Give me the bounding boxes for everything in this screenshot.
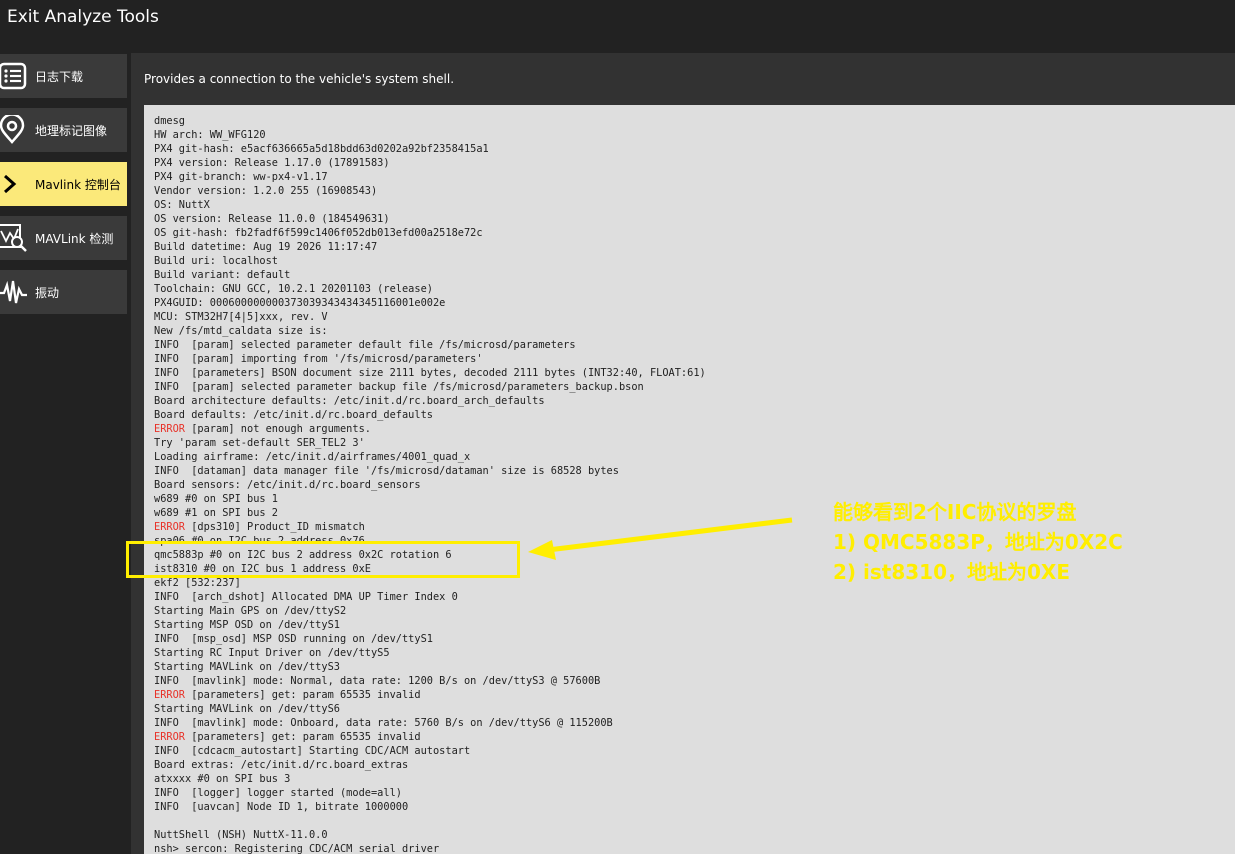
sidebar-item-vibration[interactable]: 振动	[0, 270, 127, 314]
console-line: INFO [arch_dshot] Allocated DMA UP Timer…	[154, 591, 458, 603]
console-line: INFO [parameters] BSON document size 211…	[154, 367, 706, 379]
sidebar-item-label: 振动	[35, 285, 60, 300]
console-line: Board architecture defaults: /etc/init.d…	[154, 395, 545, 407]
exit-analyze-tools-button[interactable]: Exit Analyze Tools	[7, 7, 159, 27]
title-bar: Exit Analyze Tools	[0, 0, 1235, 40]
sidebar-item-label: Mavlink 控制台	[35, 177, 121, 192]
sidebar-item-geotag-images[interactable]: 地理标记图像	[0, 108, 127, 152]
waveform-icon	[0, 277, 28, 307]
console-text: dmesg HW arch: WW_WFG120 PX4 git-hash: e…	[144, 105, 1235, 854]
console-line: Board sensors: /etc/init.d/rc.board_sens…	[154, 479, 421, 491]
console-line: INFO [param] importing from '/fs/microsd…	[154, 353, 483, 365]
annotation-line: 能够看到2个IIC协议的罗盘	[833, 500, 1077, 524]
console-line: INFO [mavlink] mode: Onboard, data rate:…	[154, 717, 613, 729]
console-line: w689 #1 on SPI bus 2	[154, 507, 278, 519]
console-line: dmesg	[154, 115, 185, 127]
annotation-arrow	[528, 517, 793, 560]
console-output[interactable]: dmesg HW arch: WW_WFG120 PX4 git-hash: e…	[144, 105, 1235, 854]
console-line: NuttShell (NSH) NuttX-11.0.0	[154, 829, 328, 841]
sidebar-item-label: MAVLink 检测	[35, 231, 114, 246]
console-line: INFO [param] selected parameter default …	[154, 339, 576, 351]
sidebar-item-label: 日志下载	[35, 69, 84, 84]
sidebar: 日志下载 地理标记图像 Mavlink 控制台 MAVLink 检测 振动	[0, 40, 131, 854]
console-line: ERROR [parameters] get: param 65535 inva…	[154, 689, 421, 701]
console-line: INFO [uavcan] Node ID 1, bitrate 1000000	[154, 801, 409, 813]
panel-description: Provides a connection to the vehicle's s…	[144, 72, 455, 86]
console-line: PX4 git-hash: e5acf636665a5d18bdd63d0202…	[154, 143, 489, 155]
console-line: Starting RC Input Driver on /dev/ttyS5	[154, 647, 390, 659]
annotation-line: 1) QMC5883P，地址为0X2C	[833, 530, 1123, 554]
console-line: MCU: STM32H7[4|5]xxx, rev. V	[154, 311, 328, 323]
console-line: PX4 git-branch: ww-px4-v1.17	[154, 171, 328, 183]
location-pin-icon	[0, 115, 28, 145]
console-line: Build datetime: Aug 19 2026 11:17:47	[154, 241, 378, 253]
sidebar-item-mavlink-inspector[interactable]: MAVLink 检测	[0, 216, 127, 260]
console-line: Toolchain: GNU GCC, 10.2.1 20201103 (rel…	[154, 283, 433, 295]
console-line: Try 'param set-default SER_TEL2 3'	[154, 437, 365, 449]
console-line: OS version: Release 11.0.0 (184549631)	[154, 213, 390, 225]
console-line: ekf2 [532:237]	[154, 577, 241, 589]
console-line: Build variant: default	[154, 269, 291, 281]
console-line: Starting MAVLink on /dev/ttyS3	[154, 661, 340, 673]
chevron-right-icon	[0, 169, 28, 199]
console-line: Board extras: /etc/init.d/rc.board_extra…	[154, 759, 409, 771]
console-line: ERROR [parameters] get: param 65535 inva…	[154, 731, 421, 743]
console-line: OS: NuttX	[154, 199, 210, 211]
annotation-line: 2) ist8310，地址为0XE	[833, 560, 1071, 584]
console-line: ERROR [param] not enough arguments.	[154, 423, 371, 435]
console-line: Starting MSP OSD on /dev/ttyS1	[154, 619, 340, 631]
console-line: Starting Main GPS on /dev/ttyS2	[154, 605, 347, 617]
sidebar-item-mavlink-console[interactable]: Mavlink 控制台	[0, 162, 127, 206]
console-line: Build uri: localhost	[154, 255, 278, 267]
annotation-text: 能够看到2个IIC协议的罗盘 1) QMC5883P，地址为0X2C 2) is…	[833, 497, 1123, 587]
console-line: INFO [dataman] data manager file '/fs/mi…	[154, 465, 619, 477]
sidebar-item-label: 地理标记图像	[35, 123, 108, 138]
highlight-box	[126, 541, 520, 578]
console-line: INFO [cdcacm_autostart] Starting CDC/ACM…	[154, 745, 471, 757]
console-line: New /fs/mtd_caldata size is:	[154, 325, 328, 337]
console-line: INFO [param] selected parameter backup f…	[154, 381, 644, 393]
console-line: Board defaults: /etc/init.d/rc.board_def…	[154, 409, 433, 421]
console-line: HW arch: WW_WFG120	[154, 129, 266, 141]
console-line: ERROR [dps310] Product_ID mismatch	[154, 521, 365, 533]
chart-inspect-icon	[0, 223, 28, 253]
console-line: w689 #0 on SPI bus 1	[154, 493, 278, 505]
main-panel: Provides a connection to the vehicle's s…	[131, 53, 1235, 854]
console-line: Starting MAVLink on /dev/ttyS6	[154, 703, 340, 715]
console-line: PX4 version: Release 1.17.0 (17891583)	[154, 157, 390, 169]
console-line: OS git-hash: fb2fadf6f599c1406f052db013e…	[154, 227, 483, 239]
console-line: PX4GUID: 0006000000003730393434343451160…	[154, 297, 446, 309]
list-icon	[0, 61, 28, 91]
console-line: INFO [msp_osd] MSP OSD running on /dev/t…	[154, 633, 433, 645]
console-line: INFO [logger] logger started (mode=all)	[154, 787, 402, 799]
console-line: Vendor version: 1.2.0 255 (16908543)	[154, 185, 378, 197]
sidebar-item-log-download[interactable]: 日志下载	[0, 54, 127, 98]
console-line: atxxxx #0 on SPI bus 3	[154, 773, 291, 785]
console-line: Loading airframe: /etc/init.d/airframes/…	[154, 451, 471, 463]
console-line: nsh> sercon: Registering CDC/ACM serial …	[154, 843, 440, 854]
console-line: INFO [mavlink] mode: Normal, data rate: …	[154, 675, 601, 687]
